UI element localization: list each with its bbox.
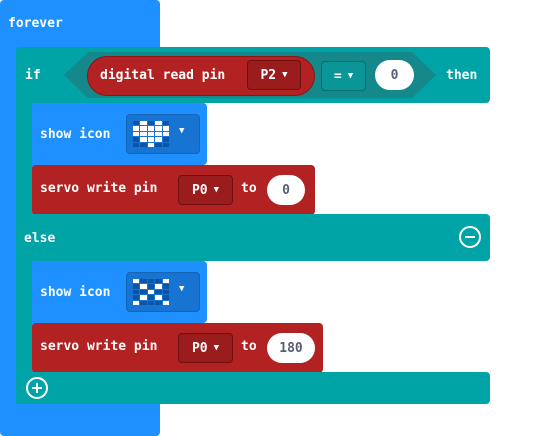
to-label: to	[241, 339, 257, 354]
servo-pin-value: P0	[191, 340, 208, 356]
chevron-down-icon: ▼	[179, 126, 185, 136]
led-cell	[155, 131, 162, 137]
servo-value-field[interactable]: 180	[267, 333, 315, 363]
chevron-down-icon: ▼	[347, 71, 354, 81]
remove-else-icon[interactable]	[459, 226, 481, 248]
led-cell	[133, 284, 140, 289]
chevron-down-icon: ▼	[282, 70, 288, 80]
led-cell	[162, 142, 169, 147]
led-cell	[140, 137, 147, 142]
compare-value-field[interactable]: 0	[375, 60, 414, 90]
led-cell	[140, 300, 147, 305]
led-cell	[140, 142, 147, 147]
led-cell	[155, 289, 162, 295]
digital-read-label: digital read pin	[100, 68, 226, 83]
servo-pin-dropdown[interactable]: P0 ▼	[178, 333, 233, 363]
led-cell	[147, 131, 155, 137]
forever-label: forever	[8, 16, 63, 31]
led-cell	[155, 300, 162, 305]
led-cell	[147, 137, 155, 142]
led-cell	[155, 142, 162, 147]
led-cell	[162, 289, 169, 295]
operator-dropdown[interactable]: = ▼	[321, 61, 366, 91]
servo-pin-dropdown[interactable]: P0 ▼	[178, 175, 233, 205]
show-icon-label: show icon	[40, 127, 111, 142]
chevron-down-icon: ▼	[179, 284, 185, 294]
servo-write-label: servo write pin	[40, 339, 158, 354]
servo-write-block[interactable]: servo write pin P0 ▼ to 0	[32, 165, 315, 215]
led-cell	[162, 284, 169, 289]
led-cell	[133, 142, 140, 147]
led-cell	[147, 295, 155, 300]
to-label: to	[241, 181, 257, 196]
led-cell	[162, 121, 169, 126]
led-cell	[140, 126, 147, 131]
led-cell	[155, 295, 162, 300]
show-icon-label: show icon	[40, 285, 111, 300]
led-cell	[155, 279, 162, 284]
servo-write-label: servo write pin	[40, 181, 158, 196]
led-cell	[140, 289, 147, 295]
x-icon	[133, 279, 169, 305]
show-icon-block[interactable]: show icon ▼	[32, 103, 207, 165]
led-cell	[140, 121, 147, 126]
led-cell	[147, 300, 155, 305]
led-cell	[162, 126, 169, 131]
led-cell	[133, 300, 140, 305]
else-section: else	[16, 214, 490, 261]
read-pin-dropdown[interactable]: P2 ▼	[247, 60, 301, 90]
then-label: then	[446, 68, 478, 83]
if-block-bottom	[16, 372, 490, 404]
led-cell	[140, 279, 147, 284]
led-cell	[140, 295, 147, 300]
led-cell	[140, 284, 147, 289]
add-else-if-icon[interactable]	[26, 377, 48, 399]
led-cell	[155, 126, 162, 131]
led-cell	[155, 121, 162, 126]
else-label: else	[24, 231, 56, 246]
led-cell	[155, 284, 162, 289]
led-cell	[133, 295, 140, 300]
led-cell	[147, 289, 155, 295]
led-cell	[133, 126, 140, 131]
led-cell	[162, 131, 169, 137]
if-label: if	[25, 68, 41, 83]
read-pin-value: P2	[260, 67, 277, 83]
led-cell	[147, 142, 155, 147]
led-cell	[162, 137, 169, 142]
show-icon-block[interactable]: show icon ▼	[32, 261, 207, 323]
led-cell	[162, 295, 169, 300]
operator-value: =	[333, 68, 342, 84]
led-cell	[147, 126, 155, 131]
led-cell	[147, 284, 155, 289]
led-cell	[155, 137, 162, 142]
led-cell	[133, 279, 140, 284]
led-cell	[133, 131, 140, 137]
servo-pin-value: P0	[191, 182, 208, 198]
led-cell	[162, 300, 169, 305]
chevron-down-icon: ▼	[213, 343, 220, 353]
led-cell	[140, 131, 147, 137]
led-cell	[133, 121, 140, 126]
heart-icon	[133, 121, 169, 147]
chevron-down-icon: ▼	[213, 185, 220, 195]
led-cell	[147, 279, 155, 284]
servo-write-block[interactable]: servo write pin P0 ▼ to 180	[32, 323, 323, 373]
servo-value-field[interactable]: 0	[267, 175, 305, 205]
icon-picker-dropdown[interactable]: ▼	[126, 272, 200, 312]
led-cell	[133, 137, 140, 142]
led-cell	[133, 289, 140, 295]
led-cell	[147, 121, 155, 126]
led-cell	[162, 279, 169, 284]
icon-picker-dropdown[interactable]: ▼	[126, 114, 200, 154]
